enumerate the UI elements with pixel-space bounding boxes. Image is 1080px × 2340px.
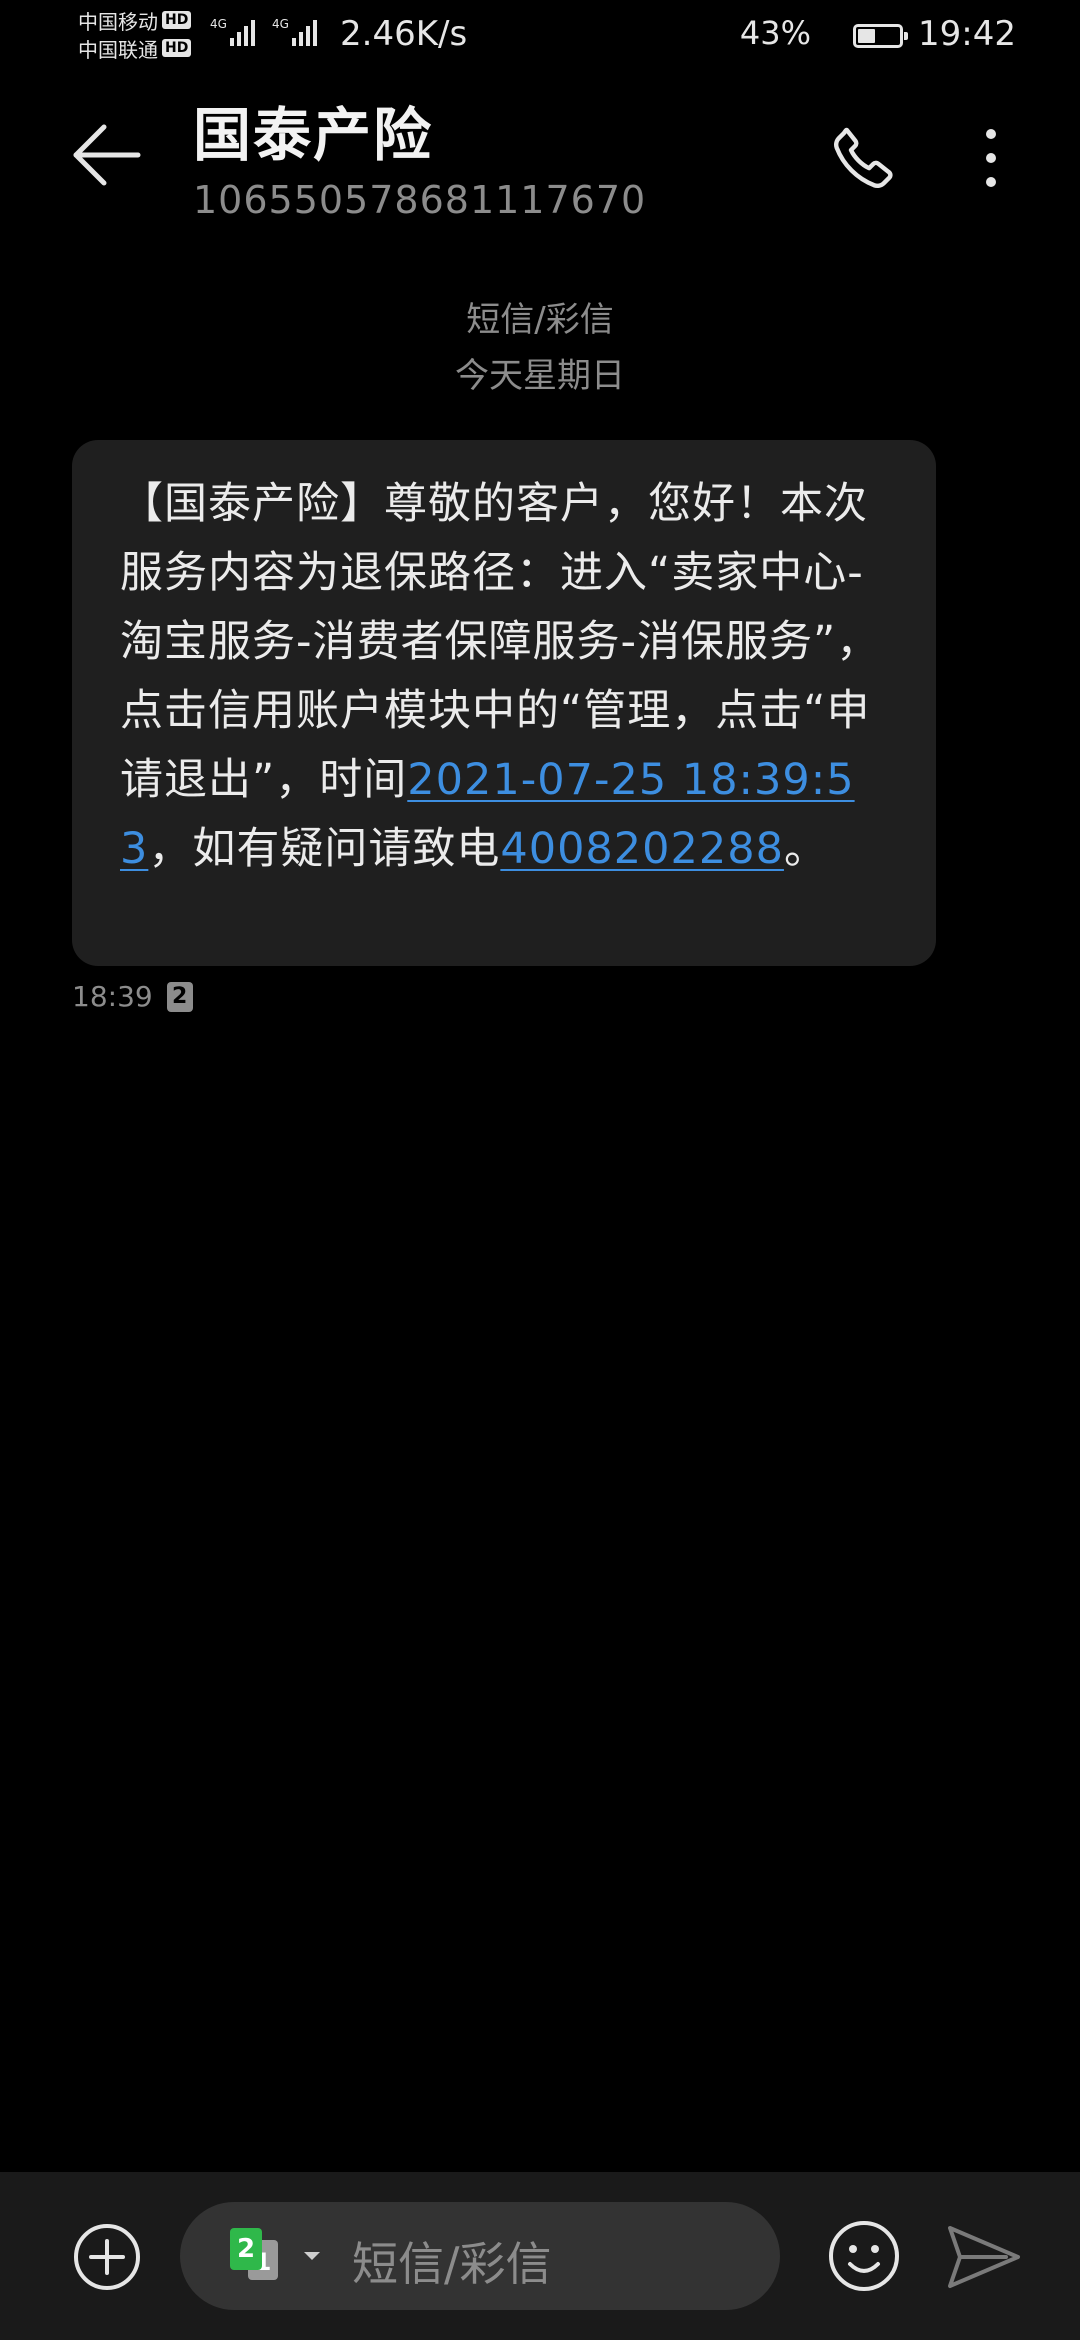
carrier-info: 中国移动 HD 中国联通 HD [78, 6, 228, 62]
message-bubble[interactable]: 【国泰产险】尊敬的客户，您好！本次服务内容为退保路径：进入“卖家中心-淘宝服务-… [72, 440, 936, 966]
contact-name: 国泰产险 [193, 101, 434, 169]
message-text-part: ，如有疑问请致电 [148, 824, 501, 874]
send-icon [948, 2226, 1020, 2288]
message-input[interactable]: 1 2 短信/彩信 [180, 2202, 780, 2310]
signal-bars-icon [291, 18, 317, 46]
sim-card-icon: 2 [230, 2228, 262, 2270]
message-text-part: 。 [783, 824, 828, 874]
signal-2: 4G [272, 18, 317, 46]
input-placeholder: 短信/彩信 [352, 2237, 552, 2291]
send-button[interactable] [946, 2222, 1022, 2292]
hd-badge: HD [162, 11, 192, 29]
sim-badge: 2 [166, 981, 193, 1012]
network-speed: 2.46K/s [340, 14, 468, 54]
message-meta: 18:39 2 [72, 980, 193, 1013]
message-text: 【国泰产险】尊敬的客户，您好！本次服务内容为退保路径：进入“卖家中心-淘宝服务-… [120, 470, 888, 884]
sim-selector[interactable]: 1 2 [230, 2228, 330, 2284]
more-vertical-icon [986, 129, 996, 187]
carrier-name-2: 中国联通 [78, 37, 158, 62]
status-time: 19:42 [918, 14, 1016, 54]
input-bar: 1 2 短信/彩信 [0, 2172, 1080, 2340]
contact-number: 106550578681117670 [193, 178, 647, 222]
arrow-left-icon [73, 124, 141, 186]
emoji-button[interactable] [826, 2218, 902, 2294]
carrier-line-2: 中国联通 HD [78, 34, 228, 62]
network-type-2: 4G [272, 17, 289, 31]
call-button[interactable] [826, 120, 902, 196]
carrier-line-1: 中国移动 HD [78, 6, 228, 34]
more-options-button[interactable] [966, 120, 1016, 196]
network-type-1: 4G [210, 17, 227, 31]
hd-badge: HD [162, 39, 192, 57]
plus-circle-icon [74, 2224, 140, 2290]
battery-percent: 43% [739, 14, 811, 52]
add-attachment-button[interactable] [72, 2222, 142, 2292]
chevron-down-icon [304, 2252, 320, 2260]
signal-bars-icon [229, 18, 255, 46]
smiley-icon [829, 2221, 899, 2291]
back-button[interactable] [68, 115, 148, 195]
conversation-type-label: 短信/彩信 [466, 300, 614, 340]
battery-icon [853, 24, 908, 48]
message-time: 18:39 [72, 980, 153, 1013]
battery-nub [904, 32, 908, 40]
carrier-name-1: 中国移动 [78, 9, 158, 34]
signal-1: 4G [210, 18, 255, 46]
status-bar: 中国移动 HD 中国联通 HD 4G 4G 2.46K/s 43% 19:42 [0, 0, 1080, 72]
phone-icon [834, 127, 893, 188]
conversation-date-label: 今天星期日 [455, 356, 625, 396]
battery-fill [858, 29, 875, 43]
phone-number-link[interactable]: 4008202288 [500, 824, 784, 874]
